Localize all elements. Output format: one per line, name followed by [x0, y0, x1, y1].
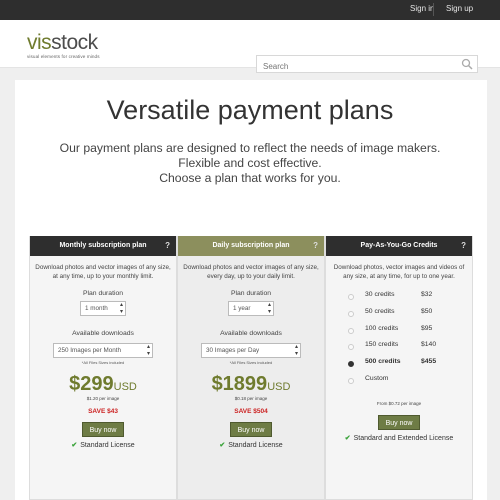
- downloads-value: 30 Images per Day: [206, 347, 260, 354]
- credit-option[interactable]: 100 credits $95: [326, 325, 472, 342]
- plan-header: Daily subscription plan ?: [178, 236, 324, 256]
- duration-value: 1 month: [85, 305, 108, 312]
- plan-monthly: Monthly subscription plan ? Download pho…: [29, 236, 177, 500]
- size-note: *All Files Sizes included: [229, 360, 273, 365]
- duration-label: Plan duration: [230, 290, 272, 297]
- duration-value: 1 year: [233, 305, 251, 312]
- buy-now-button[interactable]: Buy now: [82, 422, 124, 437]
- credit-price: $50: [421, 307, 433, 315]
- duration-select[interactable]: 1 month ▴ ▾: [80, 301, 126, 316]
- license-label: Standard and Extended License: [353, 434, 454, 442]
- license-label: Standard License: [80, 442, 135, 449]
- subtitle-line-2: Flexible and cost effective.: [178, 156, 322, 170]
- credit-price: $140: [421, 341, 437, 349]
- subtitle-line-3: Choose a plan that works for you.: [159, 171, 341, 185]
- credit-price: $32: [421, 291, 433, 298]
- price-currency: USD: [113, 381, 137, 393]
- buy-now-button[interactable]: Buy now: [230, 422, 272, 437]
- buy-now-button[interactable]: Buy now: [378, 414, 420, 430]
- credit-price: $95: [421, 324, 433, 332]
- price-amount: $1899: [211, 373, 268, 395]
- plan-description: Download photos and vector images of any…: [183, 264, 319, 280]
- sign-in-link[interactable]: Sign in: [410, 4, 434, 13]
- credit-name: 100 credits: [365, 324, 399, 332]
- credit-option[interactable]: Custom: [326, 375, 472, 392]
- check-icon: ✔: [219, 442, 226, 449]
- page-subtitle: Our payment plans are designed to reflec…: [0, 141, 500, 186]
- logo-stock: stock: [51, 31, 98, 54]
- stepper-icon: ▴ ▾: [146, 344, 150, 357]
- plan-description: Download photos, vector images and video…: [333, 264, 465, 280]
- downloads-label: Available downloads: [220, 330, 282, 337]
- credit-name: 30 credits: [365, 291, 395, 298]
- stepper-icon: ▴ ▾: [119, 302, 123, 315]
- from-price: From $0.72 per image: [376, 400, 422, 406]
- duration-label: Plan duration: [82, 290, 124, 297]
- plan-daily: Daily subscription plan ? Download photo…: [177, 236, 325, 500]
- subtitle-line-1: Our payment plans are designed to reflec…: [59, 141, 441, 155]
- check-icon: ✔: [71, 442, 78, 449]
- logo-vis: vis: [27, 31, 52, 54]
- credit-option[interactable]: 30 credits $32: [326, 291, 472, 308]
- save-badge: SAVE $504: [234, 408, 268, 415]
- license-label: Standard License: [228, 442, 283, 449]
- search-box: [256, 55, 478, 75]
- downloads-select[interactable]: 30 Images per Day ▴ ▾: [201, 343, 301, 358]
- plan-title: Monthly subscription plan: [59, 242, 147, 249]
- credit-option[interactable]: 50 credits $50: [326, 308, 472, 325]
- help-icon[interactable]: ?: [461, 236, 466, 256]
- stepper-icon: ▴ ▾: [294, 344, 298, 357]
- credit-name: 50 credits: [365, 307, 395, 315]
- check-icon: ✔: [344, 434, 351, 442]
- page-title: Versatile payment plans: [106, 95, 394, 125]
- price-currency: USD: [267, 381, 291, 393]
- credit-name: Custom: [365, 374, 389, 382]
- plan-pay-as-you-go: Pay-As-You-Go Credits ? Download photos,…: [325, 236, 473, 500]
- credit-options: 30 credits $32 50 credits $50 100 credit…: [326, 291, 472, 392]
- size-note: *All Files Sizes included: [81, 360, 125, 365]
- per-image-price: $0.18 per image: [234, 396, 268, 401]
- credit-price: $455: [421, 358, 437, 366]
- per-image-price: $1.20 per image: [86, 396, 120, 401]
- help-icon[interactable]: ?: [165, 236, 170, 256]
- credit-option[interactable]: 150 credits $140: [326, 341, 472, 358]
- search-input[interactable]: [257, 58, 452, 75]
- radio-button-selected[interactable]: [348, 361, 354, 368]
- downloads-select[interactable]: 250 Images per Month ▴ ▾: [53, 343, 153, 358]
- top-bar: Sign in Sign up: [0, 0, 500, 20]
- price-amount: $299: [69, 373, 114, 395]
- help-icon[interactable]: ?: [313, 236, 318, 256]
- topbar-divider: [433, 3, 434, 16]
- stepper-icon: ▴ ▾: [267, 302, 271, 315]
- credit-name: 500 credits: [365, 358, 401, 366]
- plan-description: Download photos and vector images of any…: [35, 264, 171, 280]
- plan-header: Monthly subscription plan ?: [30, 236, 176, 256]
- credit-option-selected[interactable]: 500 credits $455: [326, 358, 472, 375]
- radio-button[interactable]: [348, 310, 354, 317]
- search-icon[interactable]: [461, 58, 473, 70]
- plan-price: $1899USD: [178, 373, 324, 396]
- radio-button[interactable]: [348, 377, 354, 384]
- credit-name: 150 credits: [365, 341, 399, 349]
- radio-button[interactable]: [348, 294, 354, 300]
- plan-header: Pay-As-You-Go Credits ?: [326, 236, 472, 256]
- license-info: ✔ Standard License: [178, 441, 324, 449]
- radio-button[interactable]: [348, 344, 354, 351]
- plan-title: Daily subscription plan: [212, 242, 290, 249]
- logo[interactable]: visstock: [27, 32, 98, 53]
- license-info: ✔ Standard and Extended License: [326, 434, 472, 442]
- radio-button[interactable]: [348, 327, 354, 334]
- plan-title: Pay-As-You-Go Credits: [360, 242, 438, 249]
- duration-select[interactable]: 1 year ▴ ▾: [228, 301, 274, 316]
- save-badge: SAVE $43: [88, 408, 118, 415]
- downloads-label: Available downloads: [72, 330, 134, 337]
- license-info: ✔ Standard License: [30, 441, 176, 449]
- sign-up-link[interactable]: Sign up: [446, 4, 473, 13]
- site-header: visstock visual elements for creative mi…: [0, 20, 500, 75]
- downloads-value: 250 Images per Month: [58, 347, 122, 354]
- logo-tagline: visual elements for creative minds: [27, 54, 100, 59]
- plan-price: $299USD: [30, 373, 176, 396]
